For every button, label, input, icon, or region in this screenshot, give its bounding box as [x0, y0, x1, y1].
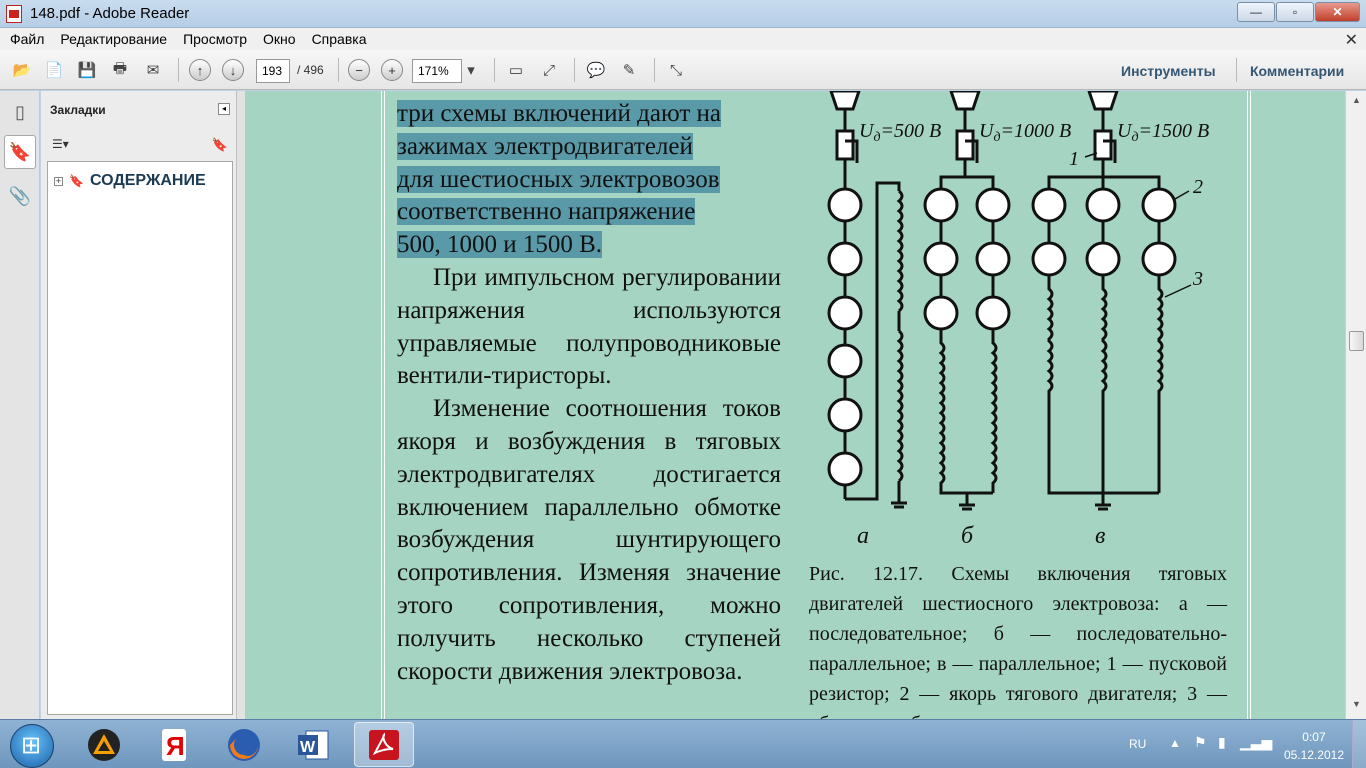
adobe-reader-icon[interactable]: [354, 722, 414, 767]
bookmarks-title: Закладки: [50, 103, 106, 117]
comment-icon[interactable]: 💬: [584, 58, 608, 82]
callout-1: 1: [1069, 148, 1079, 170]
zoom-dropdown-icon[interactable]: ▾: [461, 58, 481, 82]
open-file-icon[interactable]: 📂: [10, 58, 34, 82]
toolbar: 📂 📄 💾 🖶 ✉ ↑ ↓ / 496 − + ▾ ▭ ⤢ 💬 ✎ ⤡ Инст…: [0, 50, 1366, 90]
scroll-thumb[interactable]: [1349, 331, 1364, 351]
highlight-icon[interactable]: ✎: [617, 58, 641, 82]
menu-edit[interactable]: Редактирование: [60, 31, 167, 47]
print-icon[interactable]: 🖶: [108, 58, 132, 82]
signal-icon[interactable]: ▁▃▅: [1240, 734, 1272, 751]
callout-3: 3: [1192, 268, 1203, 290]
page-thumbnails-icon[interactable]: ▯: [4, 95, 36, 129]
start-orb-icon[interactable]: [10, 724, 54, 768]
show-hidden-icons-icon[interactable]: ▲: [1169, 736, 1181, 750]
expand-bookmark-icon[interactable]: 🔖: [212, 137, 228, 153]
scroll-up-icon[interactable]: ▲: [1349, 95, 1364, 110]
taskbar: Я W RU ▲ ⚑ ▮ ▁▃▅ 0:07 05.12.2012: [0, 719, 1366, 768]
zoom-input[interactable]: [412, 59, 462, 83]
attachments-icon[interactable]: 📎: [4, 179, 36, 213]
pdf-page: три схемы включений дают на зажимах элек…: [381, 91, 1251, 719]
yandex-icon[interactable]: Я: [144, 722, 204, 767]
show-desktop-button[interactable]: [1352, 720, 1366, 768]
title-bar: 148.pdf - Adobe Reader — ▫ ✕: [0, 0, 1366, 28]
menu-window[interactable]: Окно: [263, 31, 296, 47]
firefox-icon[interactable]: [214, 722, 274, 767]
menu-bar: Файл Редактирование Просмотр Окно Справк…: [0, 28, 1366, 50]
scroll-down-icon[interactable]: ▼: [1349, 699, 1364, 714]
vertical-scrollbar[interactable]: ▲ ▼: [1345, 91, 1366, 719]
bookmarks-icon[interactable]: 🔖: [4, 135, 36, 169]
maximize-button[interactable]: ▫: [1276, 2, 1314, 22]
next-page-button[interactable]: ↓: [221, 58, 245, 82]
panel-splitter[interactable]: [237, 91, 245, 719]
menu-view[interactable]: Просмотр: [183, 31, 247, 47]
page-total-label: / 496: [297, 63, 324, 77]
clock-date: 05.12.2012: [1283, 748, 1344, 762]
window-title: 148.pdf - Adobe Reader: [30, 5, 190, 22]
save-icon[interactable]: 💾: [75, 58, 99, 82]
minimize-button[interactable]: —: [1237, 2, 1275, 22]
callout-2: 2: [1193, 176, 1203, 198]
close-document-icon[interactable]: ✕: [1345, 30, 1358, 50]
voltage-label-c: Uд=1500 В: [1117, 120, 1209, 145]
zoom-out-button[interactable]: −: [347, 58, 371, 82]
svg-text:W: W: [300, 739, 316, 756]
options-icon[interactable]: ☰▾: [52, 137, 69, 151]
page-number-input[interactable]: [256, 59, 290, 83]
figure-caption: Рис. 12.17. Схемы включения тяговых двиг…: [809, 563, 1227, 719]
navigation-strip: ▯ 🔖 📎: [0, 91, 40, 719]
create-pdf-icon[interactable]: 📄: [42, 58, 66, 82]
bookmark-item[interactable]: + 🔖 СОДЕРЖАНИЕ: [54, 172, 206, 190]
zoom-in-button[interactable]: +: [380, 58, 404, 82]
collapse-panel-icon[interactable]: ◂: [218, 103, 230, 115]
clock[interactable]: 0:07 05.12.2012: [1284, 728, 1344, 764]
voltage-label-a: Uд=500 В: [859, 120, 941, 145]
action-center-icon[interactable]: ⚑: [1194, 734, 1207, 751]
fit-page-icon[interactable]: ▭: [504, 58, 528, 82]
bookmarks-panel: Закладки ◂ ☰▾ 🔖 + 🔖 СОДЕРЖАНИЕ: [41, 91, 237, 719]
bookmarks-list: + 🔖 СОДЕРЖАНИЕ: [47, 161, 233, 715]
aimp-icon[interactable]: [74, 722, 134, 767]
fit-width-icon[interactable]: ⤢: [537, 58, 561, 82]
language-indicator[interactable]: RU: [1129, 737, 1146, 751]
menu-file[interactable]: Файл: [10, 31, 44, 47]
close-button[interactable]: ✕: [1315, 2, 1360, 22]
menu-help[interactable]: Справка: [312, 31, 367, 47]
network-icon[interactable]: ▮: [1218, 734, 1226, 751]
word-icon[interactable]: W: [284, 722, 344, 767]
clock-time: 0:07: [1302, 730, 1326, 744]
expand-icon[interactable]: +: [54, 176, 63, 186]
prev-page-button[interactable]: ↑: [188, 58, 212, 82]
circuit-diagram: Uд=500 В Uд=1000 В Uд=1500 В 1 2 3 а б в: [827, 91, 1209, 549]
email-icon[interactable]: ✉: [141, 58, 165, 82]
voltage-label-b: Uд=1000 В: [979, 120, 1071, 145]
scheme-label-b: б: [961, 523, 974, 549]
comments-link[interactable]: Комментарии: [1250, 63, 1344, 79]
bookmark-icon: 🔖: [69, 174, 84, 188]
scheme-label-c: в: [1095, 523, 1105, 549]
fullscreen-icon[interactable]: ⤡: [664, 58, 688, 82]
svg-text:Я: Я: [166, 731, 185, 761]
bookmark-label: СОДЕРЖАНИЕ: [89, 172, 206, 189]
pdf-app-icon: [6, 5, 22, 23]
scheme-label-a: а: [857, 523, 869, 549]
tools-link[interactable]: Инструменты: [1121, 63, 1216, 79]
document-view[interactable]: три схемы включений дают на зажимах элек…: [245, 91, 1345, 719]
